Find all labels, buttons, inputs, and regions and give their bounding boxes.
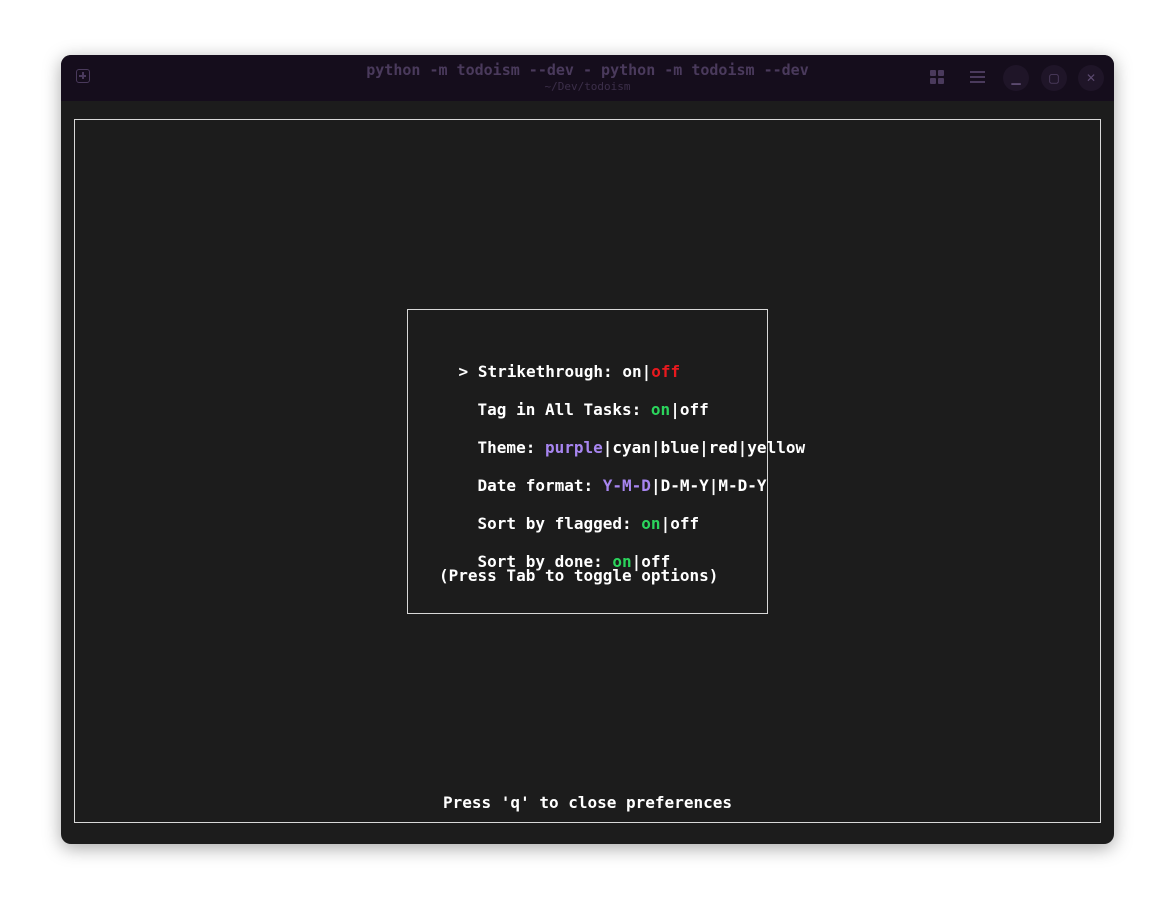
hamburger-menu-icon[interactable] xyxy=(970,71,985,84)
terminal-window: python -m todoism --dev - python -m todo… xyxy=(61,55,1114,844)
pref-row-theme[interactable]: Theme: purple|cyan|blue|red|yellow xyxy=(439,412,806,457)
pref-row-date-format[interactable]: Date format: Y-M-D|D-M-Y|M-D-Y xyxy=(439,450,767,495)
window-title: python -m todoism --dev - python -m todo… xyxy=(366,61,809,79)
pref-row-tag-in-all-tasks[interactable]: Tag in All Tasks: on|off xyxy=(439,374,709,419)
maximize-button[interactable]: ▢ xyxy=(1041,65,1067,91)
title-bar: python -m todoism --dev - python -m todo… xyxy=(61,55,1114,101)
pref-row-sort-by-done[interactable]: Sort by done: on|off xyxy=(439,526,671,571)
close-preferences-hint: Press 'q' to close preferences xyxy=(443,793,732,812)
close-button[interactable]: ✕ xyxy=(1078,65,1104,91)
toggle-hint: (Press Tab to toggle options) xyxy=(439,566,719,585)
minimize-button[interactable]: ▁ xyxy=(1003,65,1029,91)
pref-row-sort-by-flagged[interactable]: Sort by flagged: on|off xyxy=(439,488,700,533)
pref-row-strikethrough[interactable]: > Strikethrough: on|off xyxy=(420,336,681,381)
date-format-option-mdy: M-D-Y xyxy=(718,476,767,495)
grid-view-icon[interactable] xyxy=(930,70,945,85)
sort-by-flagged-option-off: off xyxy=(670,514,700,533)
window-subtitle: ~/Dev/todoism xyxy=(544,80,631,93)
